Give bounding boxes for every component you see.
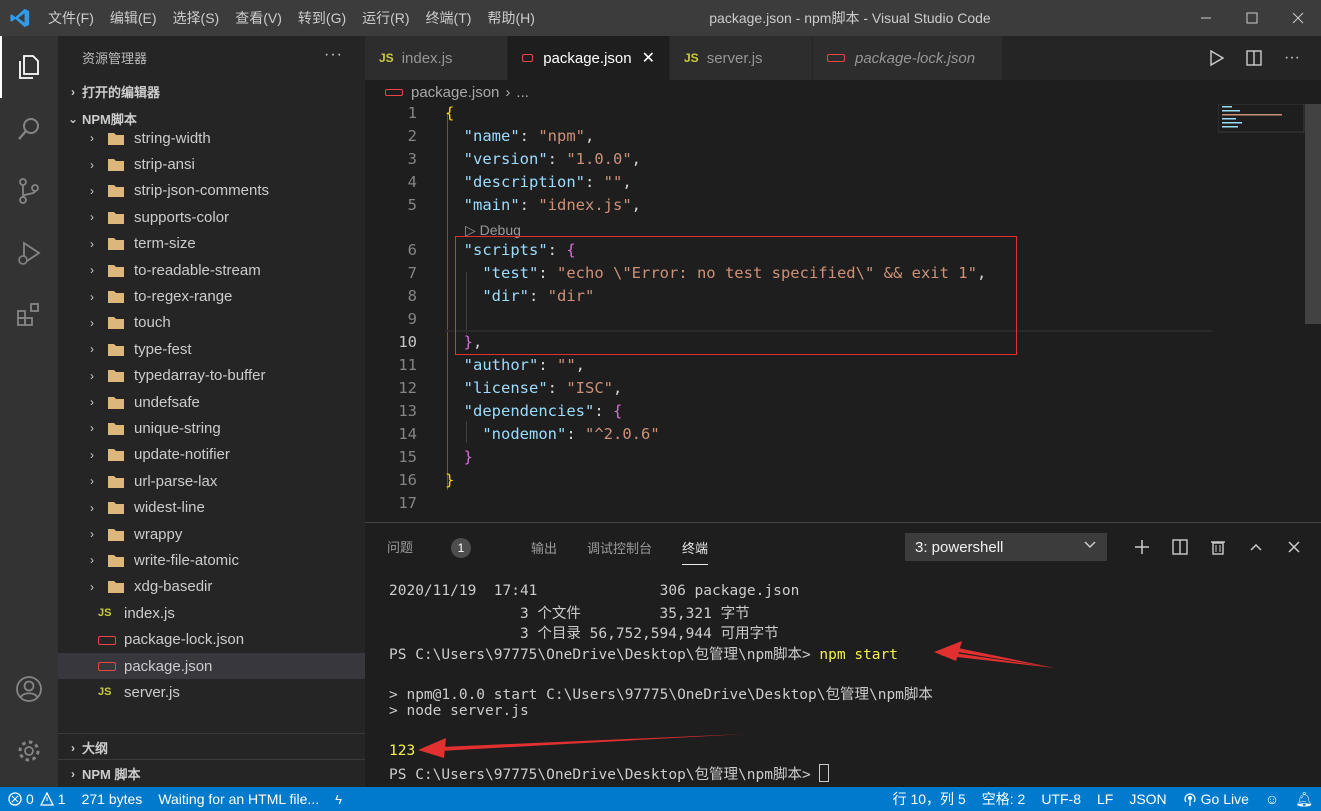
- file-size: 271 bytes: [81, 791, 143, 807]
- go-live-label: Go Live: [1200, 791, 1249, 807]
- status-message[interactable]: Waiting for an HTML file...: [150, 791, 327, 807]
- warning-icon: [39, 792, 54, 806]
- arrow-head-output: [418, 738, 446, 758]
- encoding[interactable]: UTF-8: [1033, 791, 1089, 807]
- end-of-line[interactable]: LF: [1089, 791, 1121, 807]
- notifications-icon[interactable]: 🔔︎: [1287, 791, 1321, 808]
- error-count: 0: [26, 791, 34, 807]
- arrow-to-npm-start-shaft: [948, 652, 1055, 668]
- broadcast-icon: [1184, 793, 1196, 806]
- arrow-to-output-shaft: [440, 734, 745, 751]
- annotation-arrows: [418, 641, 1055, 758]
- problems-status[interactable]: 0 1: [0, 791, 74, 807]
- language-mode[interactable]: JSON: [1121, 791, 1174, 807]
- arrow-head-npm-start: [934, 641, 962, 661]
- cursor-position[interactable]: 行 10，列 5: [885, 789, 974, 809]
- error-icon: [8, 792, 22, 806]
- indentation[interactable]: 空格: 2: [974, 789, 1034, 809]
- go-live-button[interactable]: Go Live: [1175, 791, 1257, 807]
- warning-count: 1: [57, 791, 66, 807]
- lightning-icon[interactable]: ϟ: [327, 792, 350, 807]
- feedback-icon[interactable]: ☺: [1257, 791, 1287, 807]
- status-bar: 0 1 271 bytes Waiting for an HTML file..…: [0, 787, 1321, 811]
